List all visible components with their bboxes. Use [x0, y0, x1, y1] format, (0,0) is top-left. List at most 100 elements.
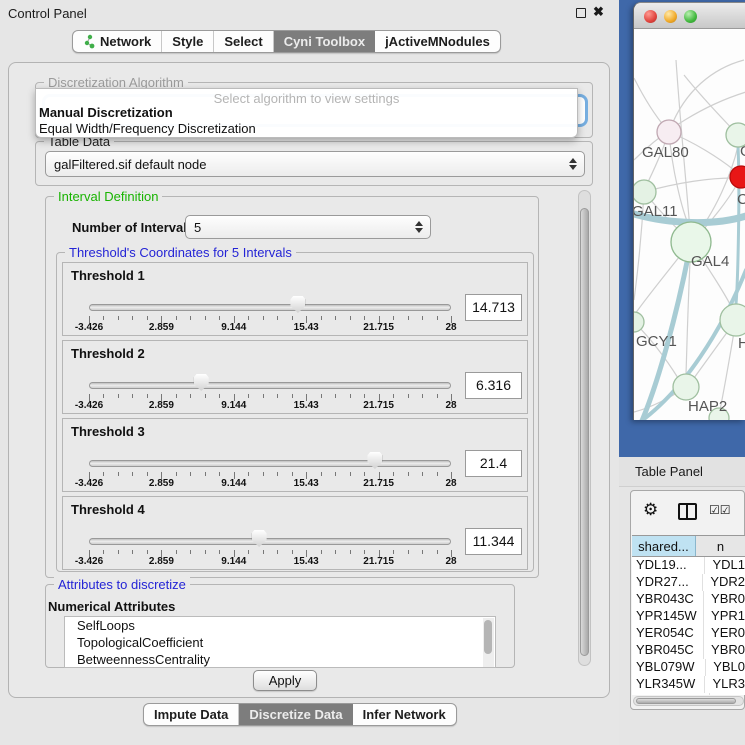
cell-name[interactable]: YER0	[704, 625, 745, 642]
table-row[interactable]: YIL052CYIL0	[632, 693, 745, 695]
attribute-item[interactable]: BetweennessCentrality	[65, 651, 495, 668]
scrollbar-thumb[interactable]	[580, 208, 589, 656]
tab-network[interactable]: Network	[73, 31, 162, 52]
slider-track[interactable]	[89, 304, 451, 311]
network-node[interactable]	[634, 180, 656, 204]
slider-tick	[118, 550, 119, 554]
table-row[interactable]: YLR345WYLR3	[632, 676, 745, 693]
column-header-shared[interactable]: shared...	[632, 536, 696, 556]
cell-name[interactable]: YLR3	[705, 676, 745, 693]
slider-track[interactable]	[89, 460, 451, 467]
network-node[interactable]	[673, 374, 699, 400]
network-node[interactable]	[634, 312, 644, 332]
apply-button[interactable]: Apply	[253, 670, 317, 691]
threshold-value-field[interactable]: 14.713	[465, 294, 522, 321]
slider-tick	[132, 316, 133, 320]
table-data-combobox[interactable]: galFiltered.sif default node	[45, 151, 585, 177]
cell-shared-name[interactable]: YER054C	[632, 625, 704, 642]
panel-vertical-scrollbar[interactable]	[578, 190, 591, 666]
cell-shared-name[interactable]: YPR145W	[632, 608, 704, 625]
network-node-label: GA	[740, 143, 745, 160]
close-icon[interactable]: ✖	[593, 4, 604, 20]
close-traffic-light-icon[interactable]	[644, 10, 657, 23]
attribute-item[interactable]: SelfLoops	[65, 617, 495, 634]
cell-name[interactable]: YBR0	[704, 642, 745, 659]
network-window-titlebar[interactable]	[634, 3, 745, 29]
numerical-attributes-list[interactable]: SelfLoopsTopologicalCoefficientBetweenne…	[64, 616, 496, 668]
tab-style[interactable]: Style	[162, 31, 214, 52]
slider-tick	[277, 316, 278, 320]
slider-tick	[393, 394, 394, 398]
slider-tick	[103, 472, 104, 476]
tab-jactivemnodules[interactable]: jActiveMNodules	[375, 31, 500, 52]
gear-icon[interactable]: ⚙	[643, 500, 658, 520]
table-hscrollbar-thumb[interactable]	[636, 698, 736, 704]
popup-item-manual-discretization[interactable]: Manual Discretization	[36, 105, 577, 121]
slider-tick	[205, 472, 206, 476]
slider-tick	[321, 316, 322, 320]
cell-shared-name[interactable]: YDR27...	[632, 574, 703, 591]
cell-shared-name[interactable]: YBR045C	[632, 642, 704, 659]
table-row[interactable]: YPR145WYPR1	[632, 608, 745, 625]
tab-impute-data[interactable]: Impute Data	[144, 704, 239, 725]
threshold-value-field[interactable]: 21.4	[465, 450, 522, 477]
network-node-label: C	[737, 191, 745, 208]
cell-shared-name[interactable]: YBL079W	[632, 659, 706, 676]
slider-tick	[263, 472, 264, 476]
network-node-label: GAL11	[634, 203, 678, 220]
network-node-label: GAL4	[691, 253, 729, 270]
slider-tick-label: 28	[445, 400, 456, 411]
slider-track[interactable]	[89, 382, 451, 389]
slider-tick-label: 2.859	[149, 322, 174, 333]
cell-shared-name[interactable]: YBR043C	[632, 591, 704, 608]
slider-tick	[118, 394, 119, 398]
cell-name[interactable]: YDR2	[703, 574, 745, 591]
cell-shared-name[interactable]: YDL19...	[632, 557, 705, 574]
slider-tick	[219, 394, 220, 398]
slider-tick	[292, 316, 293, 320]
tab-cyni-toolbox[interactable]: Cyni Toolbox	[274, 31, 375, 52]
cell-name[interactable]: YBR0	[704, 591, 745, 608]
threshold-value-field[interactable]: 6.316	[465, 372, 522, 399]
attributes-list-scrollbar[interactable]	[483, 618, 494, 668]
table-row[interactable]: YBL079WYBL0	[632, 659, 745, 676]
number-of-intervals-spinner[interactable]: 5	[185, 215, 431, 239]
slider-tick-label: 15.43	[294, 556, 319, 567]
cell-name[interactable]: YIL0	[710, 693, 744, 695]
tab-discretize-data[interactable]: Discretize Data	[239, 704, 352, 725]
threshold-value-field[interactable]: 11.344	[465, 528, 522, 555]
split-view-icon[interactable]	[678, 503, 697, 520]
cell-name[interactable]: YBL0	[706, 659, 745, 676]
slider-tick	[147, 472, 148, 476]
table-horizontal-scrollbar[interactable]	[633, 696, 744, 706]
slider-tick	[219, 316, 220, 320]
popup-item-equal-width[interactable]: Equal Width/Frequency Discretization	[36, 121, 577, 137]
table-row[interactable]: YDR27...YDR2	[632, 574, 745, 591]
slider-track[interactable]	[89, 538, 451, 545]
tab-infer-network[interactable]: Infer Network	[353, 704, 456, 725]
cell-shared-name[interactable]: YIL052C	[632, 693, 710, 695]
slider-tick	[321, 550, 322, 554]
table-row[interactable]: YDL19...YDL1	[632, 557, 745, 574]
slider-tick	[350, 394, 351, 398]
cell-name[interactable]: YDL1	[705, 557, 745, 574]
attribute-item[interactable]: TopologicalCoefficient	[65, 634, 495, 651]
column-checkboxes-icon[interactable]: ☑☑	[709, 503, 731, 517]
float-window-icon[interactable]	[576, 8, 586, 18]
threshold-label: Threshold 4	[71, 502, 145, 517]
table-row[interactable]: YER054CYER0	[632, 625, 745, 642]
zoom-traffic-light-icon[interactable]	[684, 10, 697, 23]
slider-tick-label: 21.715	[363, 322, 394, 333]
table-row[interactable]: YBR045CYBR0	[632, 642, 745, 659]
network-node[interactable]	[720, 304, 745, 336]
minimize-traffic-light-icon[interactable]	[664, 10, 677, 23]
popup-hint: Select algorithm to view settings	[36, 89, 577, 105]
slider-tick-label: 9.144	[221, 322, 246, 333]
column-header-name[interactable]: n	[696, 536, 745, 556]
network-canvas[interactable]: GAL80GACGAL11GAL4GCY1HHAP2	[634, 30, 745, 420]
tab-select[interactable]: Select	[214, 31, 273, 52]
cell-shared-name[interactable]: YLR345W	[632, 676, 705, 693]
network-node[interactable]	[657, 120, 681, 144]
table-row[interactable]: YBR043CYBR0	[632, 591, 745, 608]
cell-name[interactable]: YPR1	[704, 608, 745, 625]
